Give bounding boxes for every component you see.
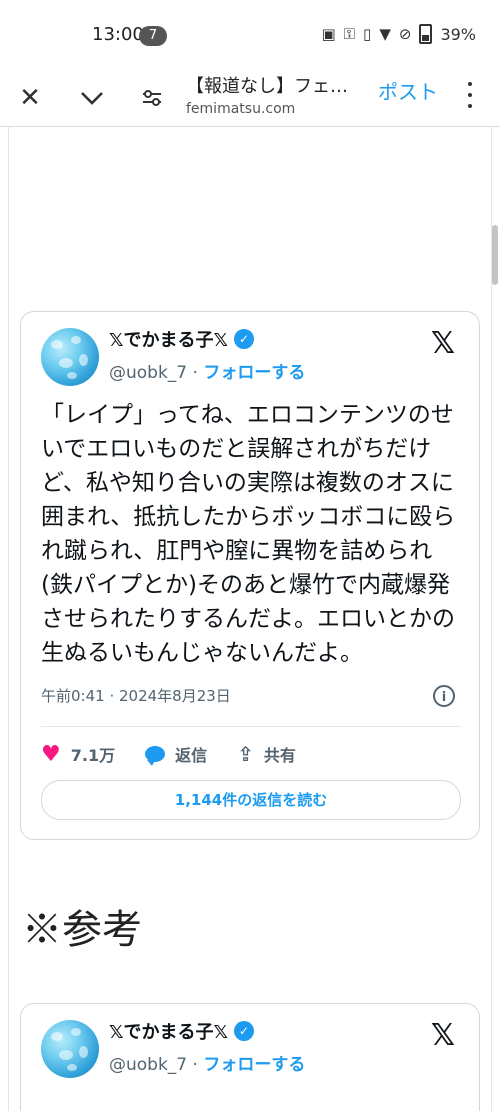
wifi-icon: ▼	[379, 25, 391, 43]
tweet-actions: ♥ 7.1万 返信 ⇪ 共有	[41, 740, 326, 768]
author-handle[interactable]: @uobk_7	[109, 1055, 187, 1075]
no-sim-icon: ⊘	[398, 25, 412, 43]
status-bar: 13:00 7 ▣ ⚿ ▯ ▼ ⊘ 39%	[0, 0, 500, 68]
handle-row: @uobk_7 · フォローする	[109, 1050, 305, 1075]
embedded-tweet[interactable]: 𝕏でかまる子𝕏 ✓ @uobk_7 · フォローする 𝕏 「レイプ」ってね、エロ…	[20, 311, 480, 840]
key-icon: ⚿	[343, 25, 356, 43]
tune-icon[interactable]	[134, 80, 170, 116]
page-title-block[interactable]: 【報道なし】フェ… femimatsu.com	[186, 72, 370, 117]
content-border-left	[8, 127, 9, 1111]
hd-icon: ▣	[321, 25, 336, 43]
verified-badge-icon: ✓	[234, 1021, 255, 1041]
follow-link[interactable]: フォローする	[203, 1055, 305, 1075]
status-time: 13:00	[92, 24, 144, 45]
separator-dot: ·	[192, 1055, 198, 1075]
page-title: 【報道なし】フェ…	[186, 76, 348, 97]
more-vert-icon[interactable]	[460, 80, 480, 110]
x-logo-icon[interactable]: 𝕏	[427, 1020, 459, 1052]
separator-dot: ·	[192, 363, 198, 383]
share-button[interactable]: ⇪ 共有	[237, 742, 296, 766]
heart-icon: ♥	[41, 741, 61, 767]
author-name[interactable]: 𝕏でかまる子𝕏 ✓	[109, 1018, 255, 1044]
reply-bubble-icon	[145, 746, 166, 766]
read-replies-button[interactable]: 1,144件の返信を読む	[41, 780, 461, 820]
like-button[interactable]: ♥ 7.1万	[41, 742, 115, 767]
author-handle[interactable]: @uobk_7	[109, 363, 187, 383]
avatar[interactable]	[41, 1020, 99, 1078]
page-domain: femimatsu.com	[186, 101, 296, 117]
vibrate-icon: ▯	[363, 25, 372, 43]
follow-link[interactable]: フォローする	[203, 363, 305, 383]
post-button[interactable]: ポスト	[378, 76, 438, 105]
battery-icon	[419, 24, 433, 44]
page-content: 𝕏でかまる子𝕏 ✓ @uobk_7 · フォローする 𝕏 「レイプ」ってね、エロ…	[0, 127, 500, 1111]
battery-level: 39%	[440, 24, 476, 44]
info-icon[interactable]: i	[433, 685, 455, 707]
embedded-tweet[interactable]: 𝕏でかまる子𝕏 ✓ @uobk_7 · フォローする 𝕏	[20, 1003, 480, 1111]
share-label: 共有	[263, 746, 296, 765]
close-icon[interactable]: ✕	[12, 80, 48, 116]
browser-toolbar: ✕ 【報道なし】フェ… femimatsu.com ポスト	[0, 68, 500, 127]
reply-button[interactable]: 返信	[145, 742, 207, 766]
scrollbar-thumb[interactable]	[492, 225, 498, 285]
share-icon: ⇪	[237, 742, 254, 766]
section-heading: ※参考	[22, 907, 142, 953]
tweet-text: 「レイプ」ってね、エロコンテンツのせいでエロいものだと誤解されがちだけど、私や知…	[41, 402, 456, 666]
tweet-timestamp[interactable]: 午前0:41 · 2024年8月23日	[41, 685, 461, 706]
reply-label: 返信	[175, 746, 208, 765]
status-icons: ▣ ⚿ ▯ ▼ ⊘ 39%	[321, 24, 476, 44]
notification-count-badge: 7	[139, 26, 167, 46]
divider	[41, 726, 461, 727]
author-name-text: 𝕏でかまる子𝕏	[109, 330, 229, 351]
like-count: 7.1万	[70, 746, 116, 765]
handle-row: @uobk_7 · フォローする	[109, 358, 305, 383]
author-name[interactable]: 𝕏でかまる子𝕏 ✓	[109, 326, 255, 352]
author-name-text: 𝕏でかまる子𝕏	[109, 1022, 229, 1043]
x-logo-icon[interactable]: 𝕏	[427, 328, 459, 360]
verified-badge-icon: ✓	[234, 329, 255, 349]
chevron-down-icon[interactable]	[74, 80, 110, 116]
avatar[interactable]	[41, 328, 99, 386]
